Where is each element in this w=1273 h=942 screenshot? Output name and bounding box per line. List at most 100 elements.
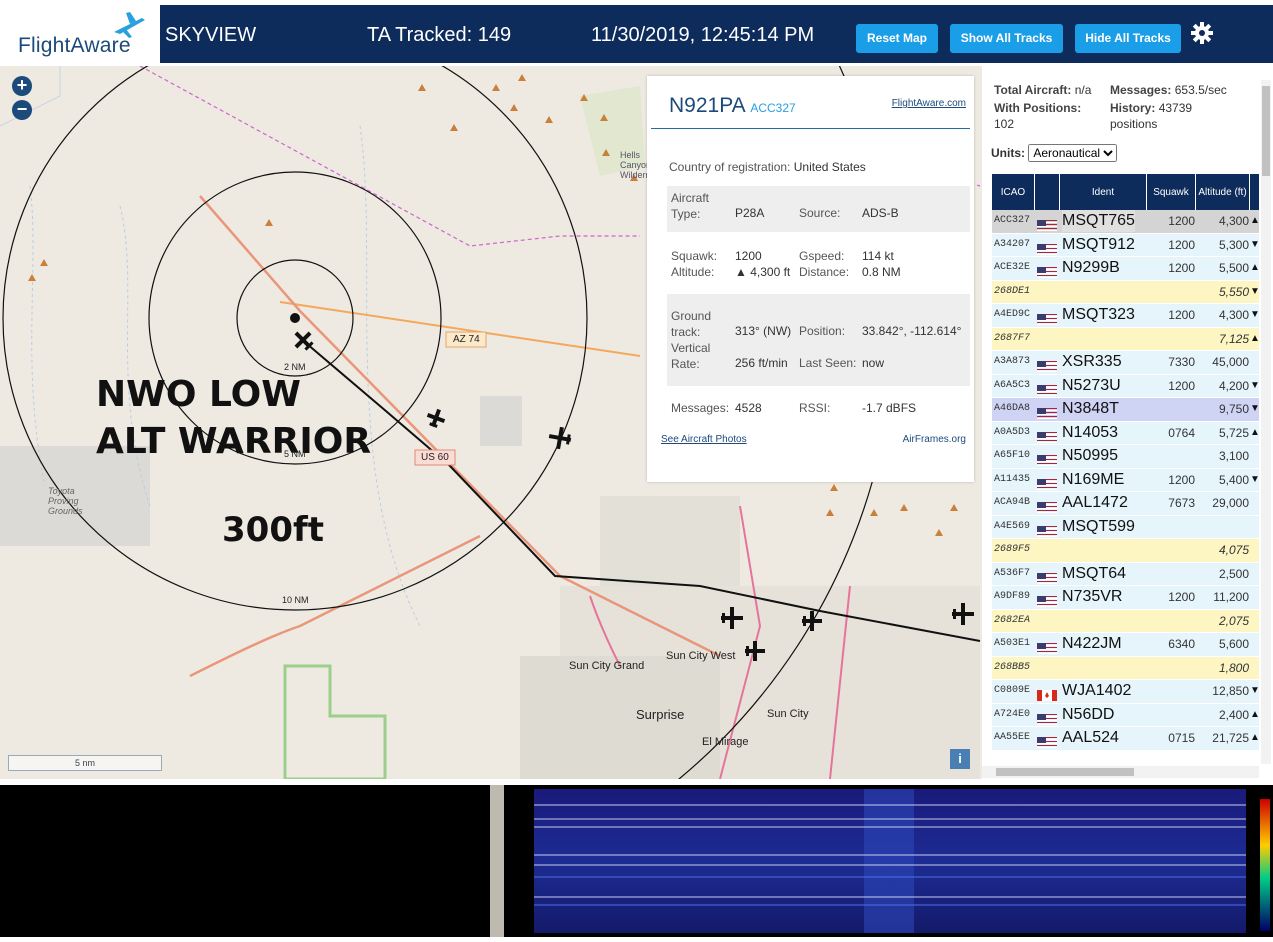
photos-link[interactable]: See Aircraft Photos <box>661 434 747 445</box>
flag-us-icon <box>1037 592 1057 607</box>
row-altitude: 7,125 <box>1218 331 1249 346</box>
waterfall-canvas <box>534 789 1270 933</box>
table-row[interactable]: A11435 N169ME 1200 5,400 ▼ <box>992 468 1260 492</box>
hide-all-tracks-button[interactable]: Hide All Tracks <box>1075 24 1181 53</box>
row-trend-icon: ▲ <box>1250 262 1260 273</box>
overlay-line3: 300ft <box>222 510 325 550</box>
table-row[interactable]: A65F10 N50995 3,100 <box>992 445 1259 469</box>
aircraft-type-value: P28A <box>735 206 765 220</box>
flag-us-icon <box>1037 428 1057 443</box>
row-ident: N5273U <box>1062 376 1121 394</box>
top-bar: SKYVIEW TA Tracked: 149 11/30/2019, 12:4… <box>160 5 1273 63</box>
reset-map-button[interactable]: Reset Map <box>856 24 938 53</box>
flight-id: ACC327 <box>750 101 796 115</box>
info-button[interactable]: i <box>950 749 970 769</box>
table-row[interactable]: ACA94B AAL1472 7673 29,000 <box>992 492 1259 516</box>
table-row[interactable]: 268DE1 5,550 ▼ <box>992 280 1260 304</box>
table-row[interactable]: A46DA8 N3848T 9,750 ▼ <box>992 398 1260 422</box>
table-row[interactable]: A4ED9C MSQT323 1200 4,300 ▼ <box>992 304 1260 328</box>
row-squawk: 1200 <box>1168 214 1195 228</box>
altitude-value: ▲ 4,300 ft <box>735 265 791 279</box>
row-squawk: 7330 <box>1168 355 1195 369</box>
place-sun-city-west: Sun City West <box>666 650 736 662</box>
table-row[interactable]: A9DF89 N735VR 1200 11,200 <box>992 586 1259 610</box>
flag-empty <box>1037 616 1057 627</box>
col-ident[interactable]: Ident <box>1060 174 1147 210</box>
row-icao: A65F10 <box>994 450 1031 461</box>
row-squawk <box>1147 281 1195 303</box>
messages-rate: Messages: 653.5/sec <box>1110 83 1227 97</box>
row-altitude: 11,200 <box>1213 590 1249 604</box>
table-row[interactable]: A4E569 MSQT599 <box>992 515 1259 539</box>
row-altitude: 2,500 <box>1218 566 1249 581</box>
row-ident: AAL524 <box>1062 729 1119 746</box>
row-squawk <box>1147 704 1195 726</box>
row-trend-icon: ▲ <box>1250 215 1260 226</box>
show-all-tracks-button[interactable]: Show All Tracks <box>950 24 1063 53</box>
flightaware-logo[interactable]: FlightAware <box>4 6 158 64</box>
row-icao: 2687F7 <box>994 332 1031 344</box>
row-altitude: 1,800 <box>1218 660 1249 675</box>
units-row: Units: Aeronautical <box>991 144 1118 162</box>
table-row[interactable]: A0A5D3 N14053 0764 5,725 ▲ <box>992 421 1260 445</box>
row-squawk: 1200 <box>1168 378 1195 393</box>
with-positions: With Positions: 102 <box>994 101 1082 131</box>
table-row[interactable]: A503E1 N422JM 6340 5,600 <box>992 633 1259 657</box>
row-icao: 268DE1 <box>994 285 1031 297</box>
col-icao[interactable]: ICAO <box>992 174 1035 210</box>
rssi-label: RSSI: <box>799 401 831 415</box>
zoom-out-button[interactable]: − <box>12 100 32 120</box>
row-ident: AAL1472 <box>1062 494 1128 511</box>
table-row[interactable]: ACC327 MSQT765 1200 4,300 ▲ <box>992 210 1260 234</box>
total-aircraft: Total Aircraft: n/a <box>994 83 1092 97</box>
table-row[interactable]: ACE32E N9299B 1200 5,500 ▲ <box>992 257 1260 281</box>
logo-text: FlightAware <box>18 34 131 57</box>
table-row[interactable]: 2687F7 7,125 ▲ <box>992 327 1260 351</box>
scale-bar: 5 nm <box>8 755 162 771</box>
row-squawk <box>1147 680 1195 702</box>
row-altitude: 5,725 <box>1218 425 1249 440</box>
table-row[interactable]: A34207 MSQT912 1200 5,300 ▼ <box>992 233 1260 257</box>
row-ident: N735VR <box>1062 588 1123 605</box>
row-icao: ACA94B <box>994 497 1031 508</box>
flag-us-icon <box>1037 710 1057 725</box>
datetime: 11/30/2019, 12:45:14 PM <box>591 24 815 46</box>
zoom-in-button[interactable]: + <box>12 76 32 96</box>
row-icao: A724E0 <box>994 708 1031 720</box>
row-trend-icon: ▼ <box>1250 285 1260 297</box>
table-row[interactable]: A3A873 XSR335 7330 45,000 <box>992 351 1259 375</box>
gear-icon[interactable] <box>1190 21 1214 45</box>
table-row[interactable]: A536F7 MSQT64 2,500 <box>992 562 1259 586</box>
col-flag[interactable] <box>1035 174 1060 210</box>
table-row[interactable]: C0809E WJA1402 12,850 ▼ <box>992 680 1260 704</box>
table-row[interactable]: A6A5C3 N5273U 1200 4,200 ▼ <box>992 374 1260 398</box>
aircraft-popup: N921PA ACC327 FlightAware.com Country of… <box>647 76 974 482</box>
row-ident: N14053 <box>1062 423 1119 441</box>
row-squawk: 1200 <box>1168 590 1195 604</box>
row-icao: A34207 <box>994 238 1031 250</box>
flag-ca-icon <box>1037 686 1057 701</box>
table-row[interactable]: 2682EA 2,075 <box>992 609 1259 633</box>
panel-divider[interactable] <box>490 785 504 937</box>
popup-title: N921PA ACC327 <box>669 94 796 118</box>
row-ident: N422JM <box>1062 635 1122 652</box>
country-label: Country of registration: <box>669 160 791 174</box>
flag-us-icon <box>1037 733 1057 748</box>
airframes-link[interactable]: AirFrames.org <box>903 434 966 445</box>
distance-value: 0.8 NM <box>862 265 901 279</box>
vertical-scrollbar[interactable] <box>1261 80 1271 764</box>
units-select[interactable]: Aeronautical <box>1028 144 1118 162</box>
table-row[interactable]: AA55EE AAL524 0715 21,725 ▲ <box>992 727 1260 751</box>
row-trend-icon: ▲ <box>1250 426 1260 438</box>
flag-us-icon <box>1037 522 1057 537</box>
place-surprise: Surprise <box>636 707 685 722</box>
row-altitude: 5,600 <box>1218 637 1249 651</box>
col-squawk[interactable]: Squawk <box>1147 174 1196 210</box>
flightaware-link[interactable]: FlightAware.com <box>892 98 966 109</box>
table-row[interactable]: 268BB5 1,800 <box>992 656 1259 680</box>
horizontal-scrollbar[interactable] <box>982 766 1259 778</box>
table-row[interactable]: 2689F5 4,075 <box>992 539 1259 563</box>
row-icao: 2689F5 <box>994 544 1031 555</box>
col-altitude[interactable]: Altitude (ft) <box>1196 174 1250 210</box>
table-row[interactable]: A724E0 N56DD 2,400 ▲ <box>992 703 1260 727</box>
